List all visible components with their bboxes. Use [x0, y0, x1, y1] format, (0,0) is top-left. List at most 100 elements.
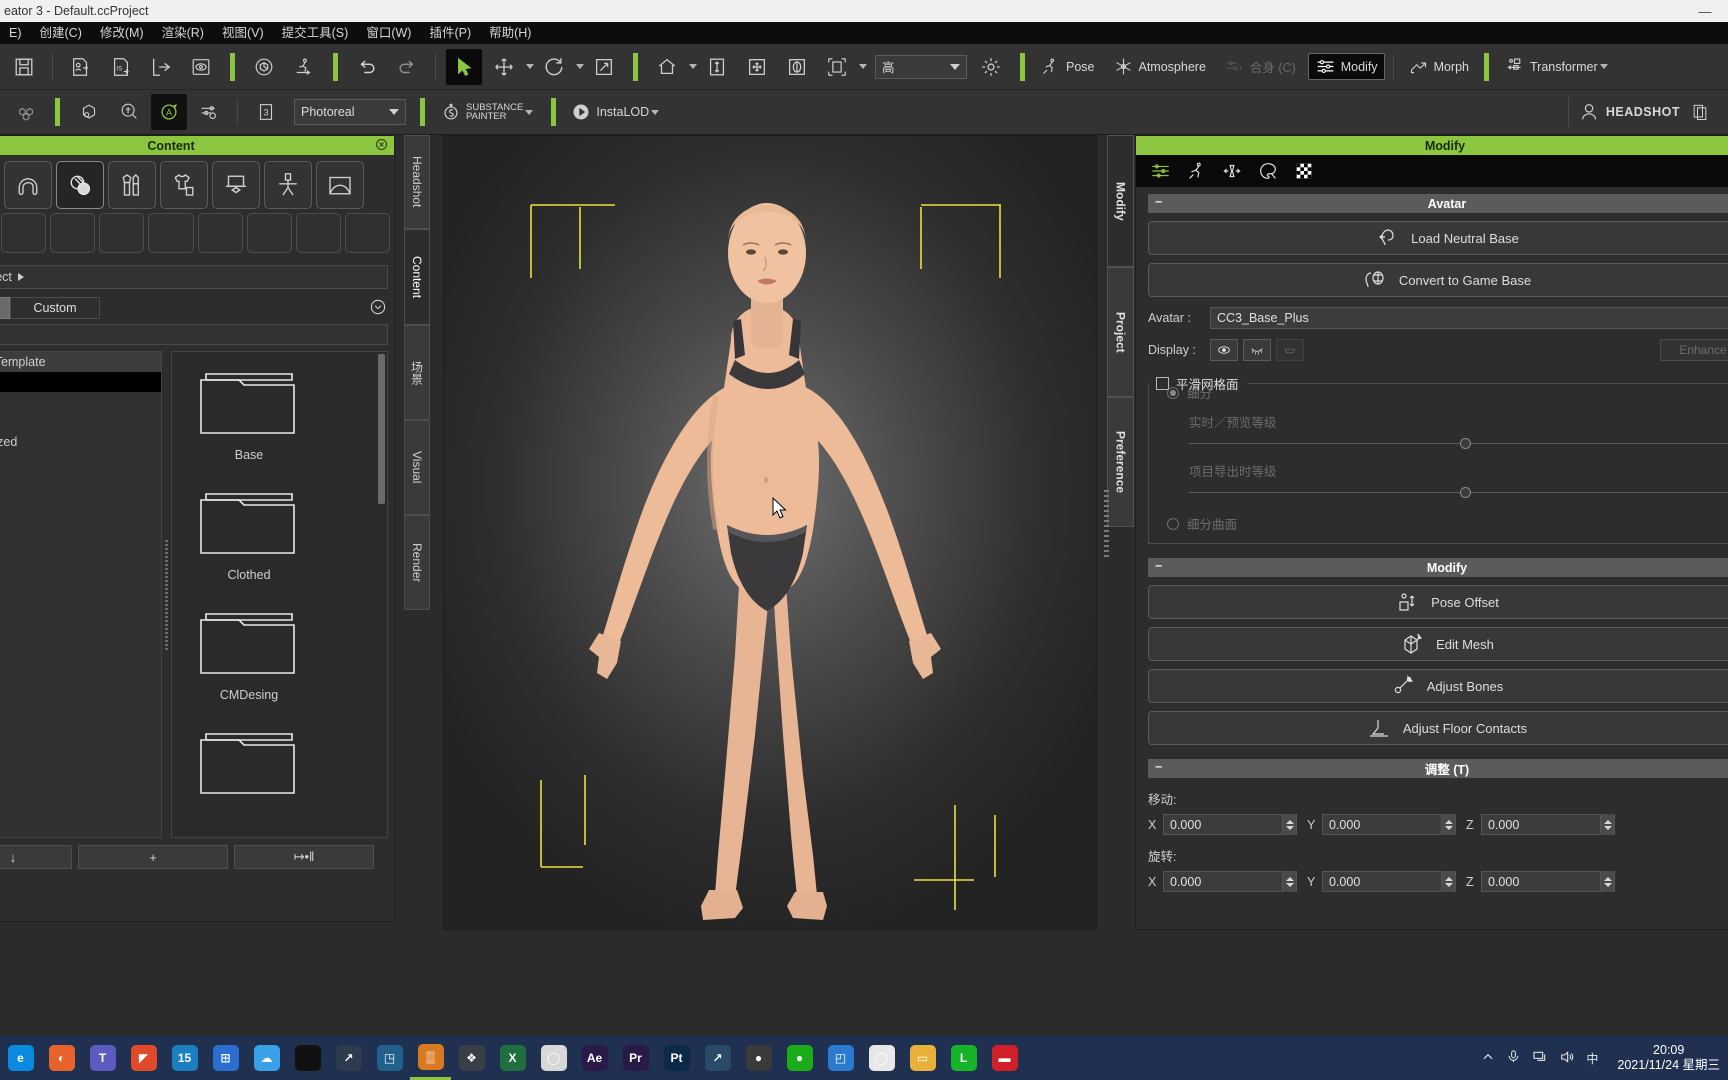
headshot-extra-icon[interactable] [1682, 94, 1718, 130]
add-button[interactable]: + [78, 845, 228, 869]
move-z-stepper[interactable]: 0.000 [1481, 814, 1615, 835]
rotate-y-stepper[interactable]: 0.000 [1322, 871, 1456, 892]
taskbar-clock[interactable]: 20:09 2021/11/24 星期三 [1609, 1043, 1720, 1073]
panel-tab-project[interactable]: Project [1107, 267, 1134, 397]
taskbar-app-blue-app[interactable]: ☁ [246, 1036, 287, 1080]
convert-to-game-base-button[interactable]: Convert to Game Base [1148, 263, 1728, 297]
category-empty-4[interactable] [148, 213, 194, 253]
viewport-3d[interactable] [443, 135, 1097, 930]
menu-item-view[interactable]: 视图(V) [213, 22, 273, 44]
taskbar-app-terminal[interactable] [287, 1036, 328, 1080]
subdiv-surface-radio[interactable] [1167, 517, 1179, 530]
taskbar-app-firefox-dev[interactable]: ◐ [41, 1036, 82, 1080]
tab-scale-icon[interactable] [1216, 158, 1248, 185]
frame-dropdown-icon[interactable] [859, 64, 867, 69]
rotate-z-stepper[interactable]: 0.000 [1481, 871, 1615, 892]
thumbnail-scrollbar[interactable] [378, 354, 385, 504]
fit-vertical-icon[interactable] [699, 49, 735, 85]
taskbar-app-after-effects[interactable]: Ae [574, 1036, 615, 1080]
menu-item-help[interactable]: 帮助(H) [480, 22, 540, 44]
pose-button[interactable]: Pose [1034, 54, 1101, 79]
move-tool-dropdown-icon[interactable] [526, 64, 534, 69]
menu-item-modify[interactable]: 修改(M) [91, 22, 153, 44]
close-icon[interactable] [374, 137, 389, 155]
edit-mesh-button[interactable]: Edit Mesh [1148, 627, 1728, 661]
tray-expand-icon[interactable] [1481, 1050, 1495, 1067]
tree-item-cmdesing[interactable]: esing [0, 412, 161, 432]
tab-attributes-icon[interactable] [1144, 158, 1176, 185]
display-lashes-icon[interactable] [1243, 339, 1271, 361]
panel-tab-preference[interactable]: Preference [1107, 397, 1134, 527]
taskbar-app-unity[interactable]: ❖ [451, 1036, 492, 1080]
taskbar-app-edge[interactable]: e [0, 1036, 41, 1080]
taskbar-app-character-creator[interactable]: ↗ [328, 1036, 369, 1080]
menu-item-window[interactable]: 窗口(W) [357, 22, 420, 44]
taskbar-app-line[interactable]: L [943, 1036, 984, 1080]
fit-all-icon[interactable] [739, 49, 775, 85]
taskbar-app-feed[interactable]: ◤ [123, 1036, 164, 1080]
tree-item-clothed[interactable]: ed [0, 392, 161, 412]
inspect-icon[interactable] [111, 94, 147, 130]
collapse-icon-2[interactable]: − [1155, 559, 1162, 573]
move-x-stepper[interactable]: 0.000 [1163, 814, 1297, 835]
rotate-tool-icon[interactable] [536, 49, 572, 85]
pose-offset-button[interactable]: Pose Offset [1148, 585, 1728, 619]
apply-button[interactable]: ↦•‖ [234, 845, 374, 869]
avatar-name-field[interactable]: CC3_Base_Plus [1210, 307, 1728, 329]
taskbar-app-explorer[interactable]: ▭ [902, 1036, 943, 1080]
category-skin-icon[interactable] [56, 161, 104, 209]
expand-tabs-icon[interactable] [368, 297, 388, 322]
settings-sliders-icon[interactable] [191, 94, 227, 130]
light-toggle-icon[interactable] [973, 49, 1009, 85]
category-empty-3[interactable] [99, 213, 145, 253]
category-makeup-icon[interactable] [108, 161, 156, 209]
tab-texture-icon[interactable] [1288, 158, 1320, 185]
category-empty-5[interactable] [197, 213, 243, 253]
menu-item-create[interactable]: 创建(C) [31, 22, 91, 44]
category-empty-7[interactable] [295, 213, 341, 253]
category-empty-1[interactable] [1, 213, 47, 253]
sidebar-tab-scene[interactable]: 场景 [404, 325, 430, 420]
taskbar-app-chrome-canary[interactable]: ◯ [533, 1036, 574, 1080]
rotate-x-stepper[interactable]: 0.000 [1163, 871, 1297, 892]
substance-dropdown-icon[interactable] [525, 109, 534, 115]
microphone-icon[interactable] [1506, 1049, 1521, 1067]
tree-item-base[interactable]: e [0, 372, 161, 392]
folder-item-cmdesing[interactable]: CMDesing [182, 602, 316, 702]
section-header-avatar[interactable]: − Avatar [1148, 194, 1728, 213]
taskbar-app-disc[interactable]: ● [738, 1036, 779, 1080]
tab-template[interactable]: te [0, 297, 11, 319]
taskbar-app-premiere[interactable]: Pr [615, 1036, 656, 1080]
taskbar-app-store[interactable]: ⊞ [205, 1036, 246, 1080]
minimize-button[interactable]: — [1682, 0, 1728, 22]
redo-icon[interactable] [389, 49, 425, 85]
sidebar-tab-visual[interactable]: Visual [404, 420, 430, 515]
instalod-dropdown-icon[interactable] [651, 109, 660, 115]
category-empty-2[interactable] [50, 213, 96, 253]
auto-icon[interactable]: A [151, 94, 187, 130]
taskbar-app-photos[interactable]: ◰ [820, 1036, 861, 1080]
sidebar-tab-headshot[interactable]: Headshot [404, 135, 430, 229]
quality-select[interactable]: 高 [875, 54, 967, 79]
material-icon[interactable] [71, 94, 107, 130]
volume-icon[interactable] [1559, 1049, 1575, 1068]
taskbar-app-wechat[interactable]: ● [779, 1036, 820, 1080]
category-empty-8[interactable] [344, 213, 390, 253]
taskbar-app-analytics[interactable]: ↗ [697, 1036, 738, 1080]
collapse-icon-3[interactable]: − [1155, 760, 1162, 774]
render-mode-select[interactable]: Photoreal [294, 99, 406, 125]
panel-tab-modify[interactable]: Modify [1107, 135, 1134, 267]
taskbar-app-photoshop[interactable]: Pt [656, 1036, 697, 1080]
select-tool-icon[interactable] [446, 48, 482, 85]
home-view-dropdown-icon[interactable] [689, 64, 697, 69]
category-accessory-icon[interactable] [212, 161, 260, 209]
adjust-bones-button[interactable]: Adjust Bones [1148, 669, 1728, 703]
folder-item-partial[interactable] [182, 722, 316, 800]
adjust-floor-contacts-button[interactable]: Adjust Floor Contacts [1148, 711, 1728, 745]
export-level-slider[interactable] [1189, 486, 1728, 500]
menu-item-tools[interactable]: 提交工具(S) [273, 22, 358, 44]
breadcrumb[interactable]: Project [0, 265, 388, 289]
transformer-dropdown-icon[interactable] [1599, 64, 1608, 69]
send-to-iclone-icon[interactable] [246, 49, 282, 85]
instalod-button[interactable]: InstaLOD [565, 100, 665, 124]
